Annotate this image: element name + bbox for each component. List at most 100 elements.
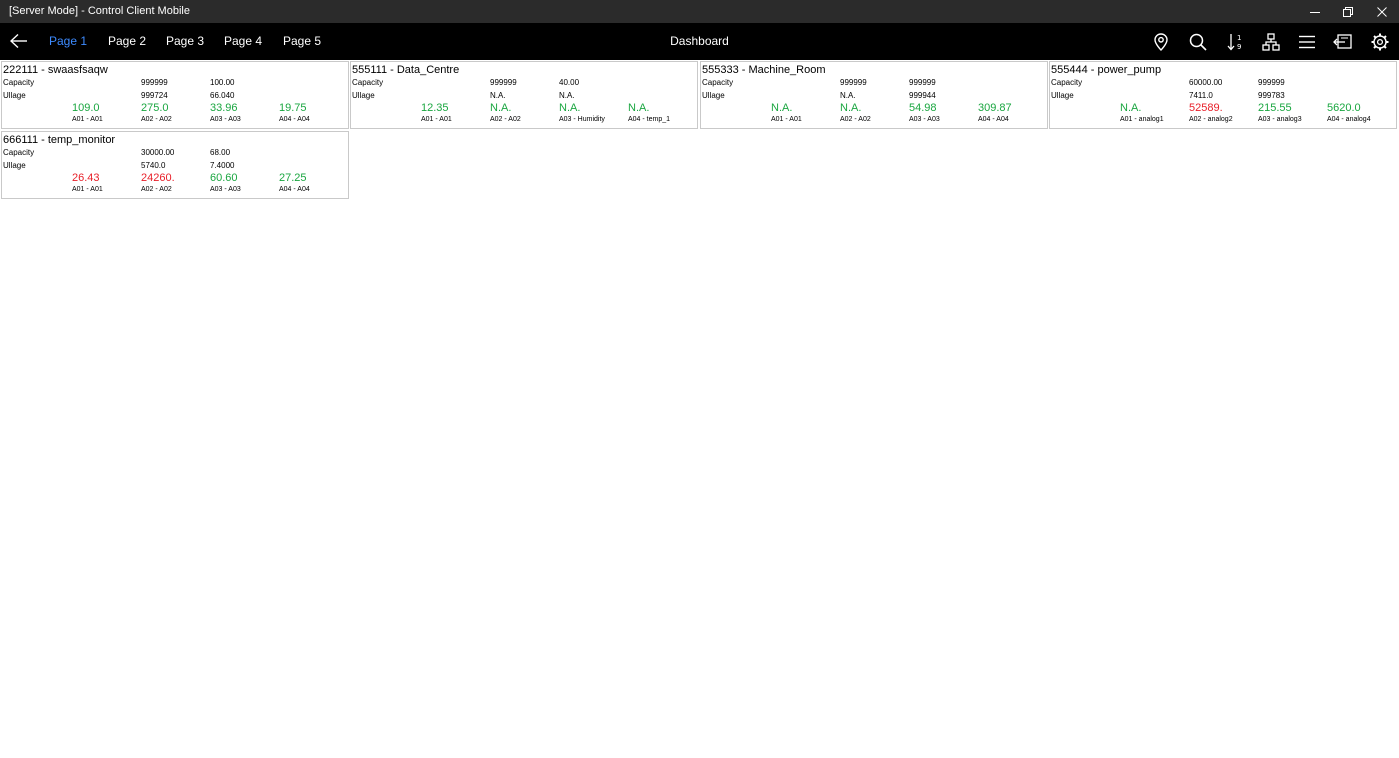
reading-value: N.A.: [490, 102, 512, 114]
reading-value: N.A.: [559, 102, 581, 114]
reading-label: A04 - temp_1: [628, 116, 671, 123]
capacity-label: Capacity: [1051, 78, 1083, 87]
capacity-value-1: 999999: [490, 78, 517, 87]
reading-value: 24260.: [141, 172, 175, 184]
tab-page-3[interactable]: Page 3: [166, 34, 204, 48]
capacity-value-1: 30000.00: [141, 148, 175, 157]
ullage-label: Ullage: [352, 91, 375, 100]
reading-label: A01 - A01: [72, 186, 103, 193]
capacity-value-2: 999999: [1258, 78, 1285, 87]
site-card[interactable]: 222111 - swaasfsaqw Capacity 999999 100.…: [1, 61, 349, 129]
svg-text:9: 9: [1237, 43, 1241, 51]
reading-label: A02 - A02: [840, 116, 871, 123]
reading-label: A02 - A02: [141, 186, 172, 193]
site-card[interactable]: 666111 - temp_monitor Capacity 30000.00 …: [1, 131, 349, 199]
reading-label: A04 - A04: [279, 186, 310, 193]
ullage-value-2: 999944: [909, 91, 936, 100]
reading-value: 5620.0: [1327, 102, 1361, 114]
reading-value: 27.25: [279, 172, 307, 184]
export-button[interactable]: [1330, 29, 1356, 55]
capacity-value-1: 999999: [840, 78, 867, 87]
reading-label: A02 - A02: [490, 116, 521, 123]
window-title: [Server Mode] - Control Client Mobile: [9, 5, 190, 17]
search-button[interactable]: [1185, 29, 1211, 55]
reading-value: N.A.: [1120, 102, 1142, 114]
reading-value: N.A.: [771, 102, 793, 114]
site-name: 555111 - Data_Centre: [352, 64, 460, 76]
capacity-value-1: 60000.00: [1189, 78, 1223, 87]
settings-button[interactable]: [1367, 29, 1393, 55]
sort-button[interactable]: 1 9: [1222, 29, 1248, 55]
app-bar: Page 1 Page 2 Page 3 Page 4 Page 5 Dashb…: [0, 23, 1399, 60]
capacity-value-2: 68.00: [210, 148, 231, 157]
ullage-value-1: 5740.0: [141, 161, 166, 170]
restore-button[interactable]: [1331, 0, 1365, 23]
hierarchy-icon: [1262, 33, 1280, 51]
svg-text:1: 1: [1237, 34, 1241, 42]
capacity-value-2: 100.00: [210, 78, 235, 87]
capacity-label: Capacity: [3, 78, 35, 87]
site-name: 222111 - swaasfsaqw: [3, 64, 108, 76]
site-card[interactable]: 555333 - Machine_Room Capacity 999999 99…: [700, 61, 1048, 129]
reading-value: N.A.: [840, 102, 862, 114]
reading-value: 19.75: [279, 102, 307, 114]
menu-button[interactable]: [1294, 29, 1320, 55]
ullage-value-2: 66.040: [210, 91, 235, 100]
ullage-value-2: N.A.: [559, 91, 575, 100]
tab-page-5[interactable]: Page 5: [283, 34, 321, 48]
reading-value: 109.0: [72, 102, 100, 114]
reading-label: A03 - A03: [909, 116, 940, 123]
reading-value: 52589.: [1189, 102, 1223, 114]
ullage-label: Ullage: [3, 161, 26, 170]
site-card[interactable]: 555444 - power_pump Capacity 60000.00 99…: [1049, 61, 1397, 129]
reading-value: 275.0: [141, 102, 169, 114]
ullage-value-1: N.A.: [840, 91, 856, 100]
reading-label: A04 - A04: [978, 116, 1009, 123]
reading-label: A03 - Humidity: [559, 116, 605, 123]
capacity-value-2: 999999: [909, 78, 936, 87]
reading-label: A04 - A04: [279, 116, 310, 123]
minimize-button[interactable]: [1298, 0, 1332, 23]
back-button[interactable]: [6, 28, 32, 54]
capacity-label: Capacity: [3, 148, 35, 157]
ullage-label: Ullage: [1051, 91, 1074, 100]
window-titlebar: [Server Mode] - Control Client Mobile: [0, 0, 1399, 23]
reading-value: 33.96: [210, 102, 238, 114]
reading-value: 12.35: [421, 102, 449, 114]
reading-label: A01 - A01: [72, 116, 103, 123]
reading-value: 60.60: [210, 172, 238, 184]
capacity-value-1: 999999: [141, 78, 168, 87]
ullage-value-2: 7.4000: [210, 161, 235, 170]
capacity-value-2: 40.00: [559, 78, 580, 87]
site-card[interactable]: 555111 - Data_Centre Capacity 999999 40.…: [350, 61, 698, 129]
reading-label: A03 - analog3: [1258, 116, 1302, 123]
ullage-value-2: 999783: [1258, 91, 1285, 100]
menu-icon: [1299, 35, 1315, 49]
tab-page-4[interactable]: Page 4: [224, 34, 262, 48]
reading-label: A02 - A02: [141, 116, 172, 123]
location-button[interactable]: [1148, 29, 1174, 55]
tab-page-1[interactable]: Page 1: [49, 34, 87, 48]
capacity-label: Capacity: [702, 78, 734, 87]
reading-label: A03 - A03: [210, 186, 241, 193]
reading-value: 26.43: [72, 172, 100, 184]
reading-label: A04 - analog4: [1327, 116, 1371, 123]
reading-label: A02 - analog2: [1189, 116, 1233, 123]
reading-value: 215.55: [1258, 102, 1292, 114]
tab-page-2[interactable]: Page 2: [108, 34, 146, 48]
ullage-value-1: 7411.0: [1189, 91, 1213, 100]
hierarchy-button[interactable]: [1258, 29, 1284, 55]
restore-icon: [1343, 6, 1353, 17]
minimize-icon: [1310, 11, 1320, 13]
reading-value: N.A.: [628, 102, 650, 114]
back-arrow-icon: [10, 34, 27, 48]
capacity-label: Capacity: [352, 78, 384, 87]
site-name: 555444 - power_pump: [1051, 64, 1162, 76]
reading-label: A01 - A01: [421, 116, 452, 123]
ullage-label: Ullage: [702, 91, 725, 100]
close-button[interactable]: [1365, 0, 1399, 23]
ullage-label: Ullage: [3, 91, 26, 100]
reading-label: A01 - A01: [771, 116, 802, 123]
close-icon: [1377, 6, 1387, 17]
ullage-value-1: 999724: [141, 91, 168, 100]
